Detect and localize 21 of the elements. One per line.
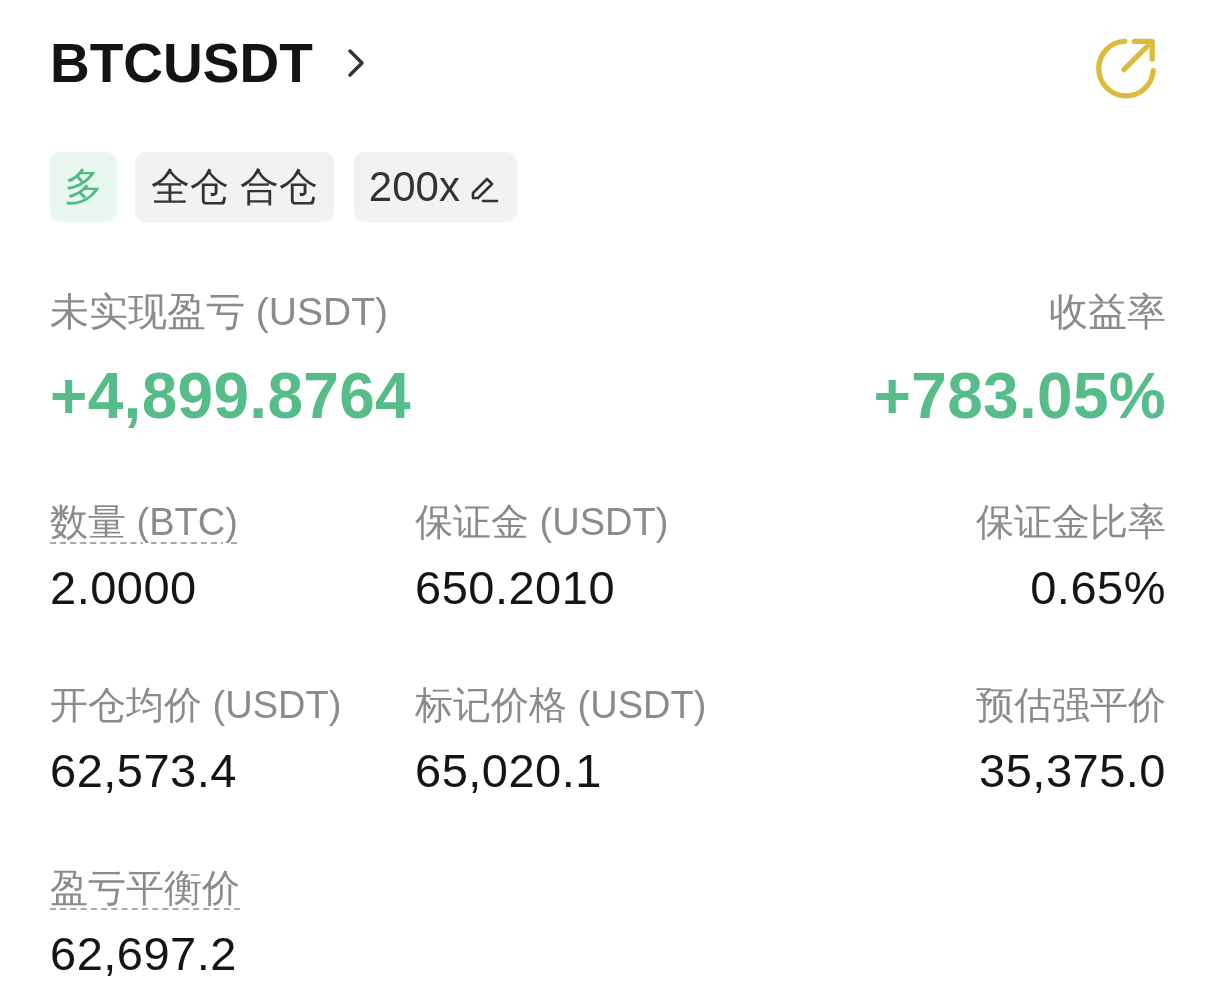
side-tag: 多 bbox=[50, 152, 117, 222]
summary-value: +4,899.8764 bbox=[50, 360, 411, 432]
field-value: 62,573.4 bbox=[50, 743, 237, 799]
chevron-right-icon bbox=[346, 48, 365, 78]
leverage-button[interactable]: 200x bbox=[353, 152, 517, 222]
field-label: 标记价格 (USDT) bbox=[415, 683, 707, 728]
field-value: 65,020.1 bbox=[415, 743, 602, 799]
field-label: 保证金 (USDT) bbox=[415, 500, 669, 545]
field-label: 开仓均价 (USDT) bbox=[50, 683, 342, 728]
field-value: 35,375.0 bbox=[979, 743, 1166, 799]
field-value: 2.0000 bbox=[50, 560, 197, 616]
field-value: 0.65% bbox=[1030, 560, 1166, 616]
summary-value: +783.05% bbox=[873, 360, 1166, 432]
symbol-button[interactable]: BTCUSDT bbox=[50, 35, 365, 91]
field-label: 保证金比率 bbox=[976, 500, 1166, 545]
field-value: 62,697.2 bbox=[50, 926, 237, 982]
field-value: 650.2010 bbox=[415, 560, 616, 616]
summary-label: 收益率 bbox=[1049, 289, 1166, 335]
margin-mode-tag: 全仓 合仓 bbox=[135, 152, 334, 222]
summary-label: 未实现盈亏 (USDT) bbox=[50, 289, 388, 335]
field-label: 预估强平价 bbox=[976, 683, 1166, 728]
